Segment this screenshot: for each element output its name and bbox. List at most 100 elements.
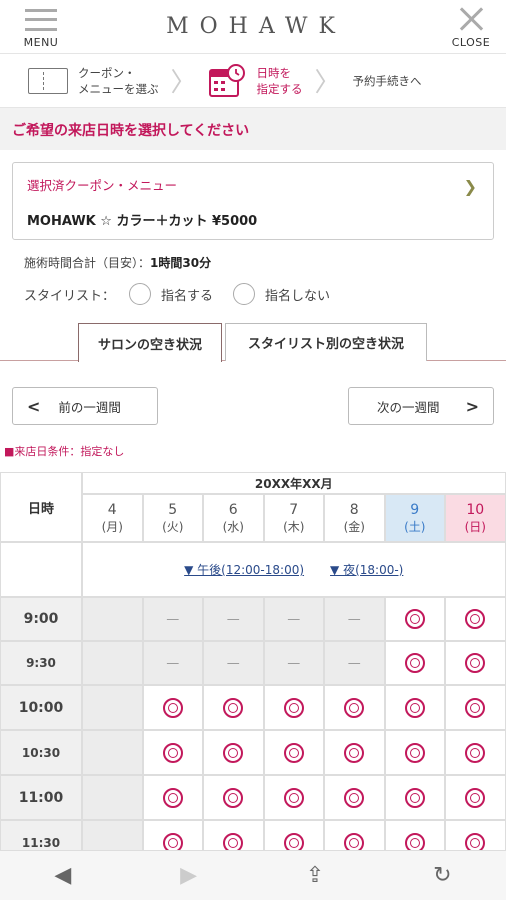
day-header: 6 (水) <box>203 494 264 542</box>
available-slot[interactable] <box>324 730 385 775</box>
step-checkout: 予約手続きへ <box>353 73 422 89</box>
next-week-label: 次の一週間 <box>377 399 440 415</box>
available-slot[interactable] <box>445 597 506 641</box>
duration-value: 1時間30分 <box>150 256 212 270</box>
day-of-week: (火) <box>162 519 184 534</box>
available-mark-icon <box>162 742 183 763</box>
available-mark-icon <box>404 653 425 673</box>
unavailable-slot <box>82 730 143 775</box>
tab-salon[interactable]: サロンの空き状況 <box>78 323 222 362</box>
available-slot[interactable] <box>384 641 445 685</box>
close-button[interactable]: CLOSE <box>450 5 492 49</box>
day-header: 4 (月) <box>82 494 143 542</box>
time-label: 9:30 <box>26 656 56 670</box>
unavailable-mark: — <box>226 611 240 627</box>
instruction-heading: ご希望の来店日時を選択してください <box>0 108 506 150</box>
available-mark-icon <box>465 609 486 629</box>
available-slot[interactable] <box>445 685 506 730</box>
unavailable-slot: — <box>324 597 385 641</box>
time-label: 11:00 <box>18 789 64 806</box>
step1-line2: メニューを選ぶ <box>78 81 159 96</box>
available-mark-icon <box>465 742 486 763</box>
availability-tabs: サロンの空き状況 スタイリスト別の空き状況 <box>0 323 506 362</box>
available-slot[interactable] <box>263 730 324 775</box>
stylist-label: スタイリスト： <box>24 288 116 304</box>
unavailable-slot: — <box>203 641 264 685</box>
chevron-right-icon: 〉 <box>314 68 341 98</box>
available-slot[interactable] <box>445 730 506 775</box>
available-slot[interactable] <box>384 597 445 641</box>
available-slot[interactable] <box>263 775 324 820</box>
unavailable-mark: — <box>166 611 180 627</box>
step-select-menu[interactable]: クーポン・ メニューを選ぶ <box>28 65 159 97</box>
prev-week-button[interactable]: < 前の一週間 <box>12 387 158 425</box>
day-of-week: (金) <box>343 519 365 534</box>
coupon-icon <box>28 67 68 94</box>
week-navigation: < 前の一週間 次の一週間 > <box>12 387 494 425</box>
available-mark-icon <box>404 697 425 718</box>
day-header: 5 (火) <box>142 494 203 542</box>
chevron-down-icon[interactable]: ❯ <box>464 177 477 196</box>
day-of-week: (月) <box>101 519 123 534</box>
day-of-week: (水) <box>222 519 244 534</box>
time-label-cell: 9:30 <box>0 641 82 685</box>
unavailable-slot: — <box>263 597 324 641</box>
available-slot[interactable] <box>384 730 445 775</box>
unavailable-slot <box>82 641 143 685</box>
selected-menu-box[interactable]: 選択済クーポン・メニュー MOHAWK ☆ カラー＋カット ¥5000 ❯ <box>12 162 494 240</box>
day-header: 10 (日) <box>445 494 506 542</box>
duration-label: 施術時間合計（目安）： <box>24 256 151 270</box>
available-slot[interactable] <box>324 685 385 730</box>
brand-logo[interactable]: MOHAWK <box>166 14 346 39</box>
menu-button[interactable]: MENU <box>20 5 62 49</box>
available-slot[interactable] <box>445 775 506 820</box>
prev-week-label: 前の一週間 <box>58 399 121 415</box>
no-nominate-label[interactable]: 指名しない <box>265 285 330 304</box>
jump-night-link[interactable]: ▼ 夜(18:00-) <box>330 561 403 578</box>
available-slot[interactable] <box>203 730 264 775</box>
calendar-corner: 日時 <box>0 472 82 542</box>
time-label: 9:00 <box>23 611 59 627</box>
day-number: 9 <box>410 501 420 518</box>
tab-stylist[interactable]: スタイリスト別の空き状況 <box>225 323 427 361</box>
unavailable-slot <box>82 597 143 641</box>
back-icon[interactable]: ◀ <box>54 863 71 888</box>
available-slot[interactable] <box>384 775 445 820</box>
available-slot[interactable] <box>203 685 264 730</box>
nominate-radio[interactable] <box>129 283 152 305</box>
unavailable-mark: — <box>347 655 361 671</box>
jump-afternoon-link[interactable]: ▼ 午後(12:00-18:00) <box>184 561 304 578</box>
available-slot[interactable] <box>203 775 264 820</box>
available-mark-icon <box>223 787 244 808</box>
available-slot[interactable] <box>324 775 385 820</box>
unavailable-mark: — <box>226 655 240 671</box>
reload-icon[interactable]: ↻ <box>433 863 451 888</box>
share-icon[interactable]: ⇪ <box>306 863 324 888</box>
nominate-label[interactable]: 指名する <box>161 285 213 304</box>
day-number: 7 <box>289 501 299 518</box>
step3-label: 予約手続きへ <box>352 73 422 88</box>
available-slot[interactable] <box>445 641 506 685</box>
available-slot[interactable] <box>263 685 324 730</box>
hamburger-icon <box>25 8 57 31</box>
available-slot[interactable] <box>142 730 203 775</box>
browser-toolbar: ◀ ▶ ⇪ ↻ <box>0 850 506 900</box>
selected-menu-name: MOHAWK ☆ カラー＋カット ¥5000 <box>27 214 258 229</box>
day-header: 7 (木) <box>263 494 324 542</box>
unavailable-mark: — <box>287 655 301 671</box>
selected-menu-label: 選択済クーポン・メニュー <box>27 178 178 193</box>
visit-condition: ■来店日条件：指定なし <box>4 445 125 458</box>
close-label: CLOSE <box>451 35 491 49</box>
next-week-button[interactable]: 次の一週間 > <box>348 387 494 425</box>
calendar-clock-icon <box>208 63 245 97</box>
available-mark-icon <box>404 742 425 763</box>
day-of-week: (木) <box>283 519 305 534</box>
step1-line1: クーポン・ <box>78 65 136 80</box>
day-header: 8 (金) <box>324 494 385 542</box>
booking-steps: クーポン・ メニューを選ぶ 〉 日時を 指定する 〉 予約手続きへ <box>0 54 506 108</box>
no-nominate-radio[interactable] <box>233 283 256 305</box>
available-slot[interactable] <box>384 685 445 730</box>
available-slot[interactable] <box>142 685 203 730</box>
available-slot[interactable] <box>142 775 203 820</box>
day-of-week: (日) <box>464 519 486 534</box>
